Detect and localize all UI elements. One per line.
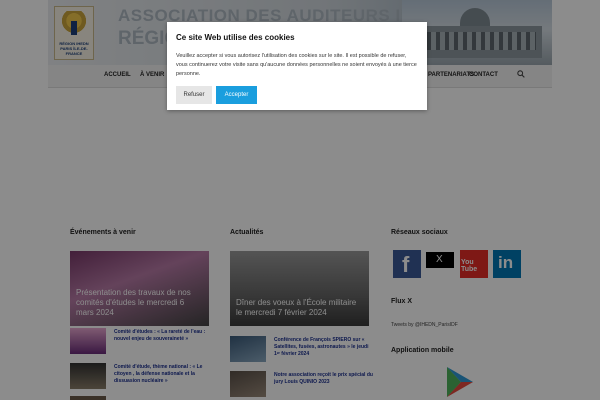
cookie-text: Veuillez accepter si vous autorisez l'ut… [176, 53, 417, 77]
page: RÉGION IHEDN PARIS ÎLE-DE-FRANCE ASSOCIA… [0, 0, 600, 400]
accept-button[interactable]: Accepter [216, 86, 257, 104]
refuse-button[interactable]: Refuser [176, 86, 212, 104]
cookie-dialog: Ce site Web utilise des cookies Veuillez… [167, 22, 427, 110]
cookie-title: Ce site Web utilise des cookies [176, 33, 295, 42]
